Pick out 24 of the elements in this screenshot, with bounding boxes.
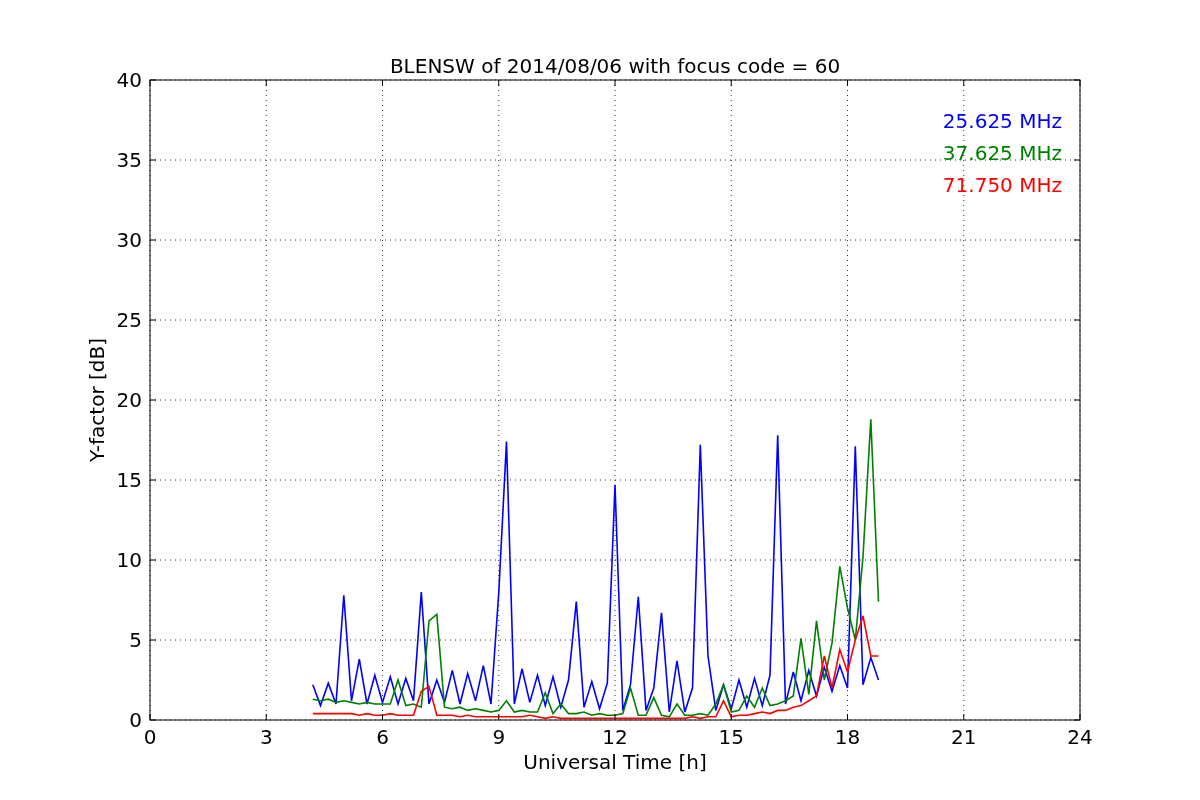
- y-tick-label: 35: [116, 148, 142, 172]
- x-tick-label: 24: [1067, 725, 1093, 749]
- x-axis-label: Universal Time [h]: [523, 750, 707, 774]
- x-tick-label: 9: [492, 725, 506, 749]
- y-axis-label: Y-factor [dB]: [85, 338, 109, 462]
- legend-label: 71.750 MHz: [942, 173, 1062, 197]
- x-tick-label: 0: [143, 725, 157, 749]
- y-tick-label: 5: [129, 628, 142, 652]
- y-tick-label: 15: [116, 468, 142, 492]
- y-tick-label: 30: [116, 228, 142, 252]
- x-tick-label: 6: [376, 725, 389, 749]
- x-tick-label: 18: [834, 725, 861, 749]
- x-tick-label: 21: [951, 725, 977, 749]
- y-tick-label: 0: [129, 708, 142, 732]
- y-tick-label: 10: [116, 548, 142, 572]
- y-tick-label: 20: [116, 388, 142, 412]
- y-tick-label: 40: [116, 68, 142, 92]
- x-tick-label: 15: [718, 725, 744, 749]
- chart-title: BLENSW of 2014/08/06 with focus code = 60: [389, 54, 841, 78]
- x-tick-label: 12: [602, 725, 628, 749]
- legend-label: 25.625 MHz: [942, 109, 1062, 133]
- legend-label: 37.625 MHz: [942, 141, 1062, 165]
- y-tick-label: 25: [116, 308, 142, 332]
- x-tick-label: 3: [259, 725, 273, 749]
